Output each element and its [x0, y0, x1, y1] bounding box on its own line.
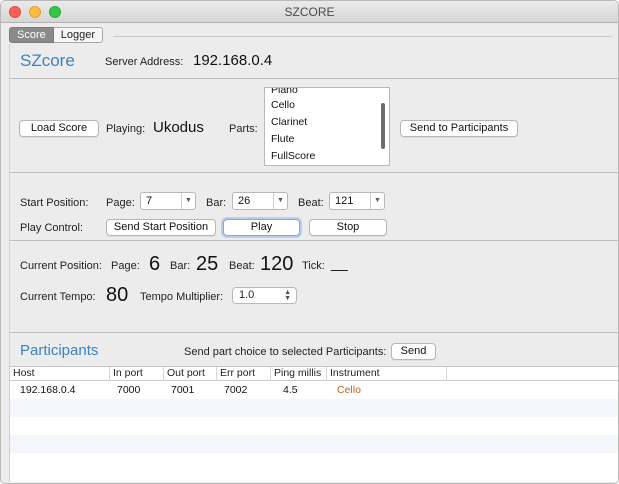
- column-header-ping[interactable]: Ping millis: [271, 367, 327, 381]
- table-row: [10, 399, 618, 417]
- table-header: Host In port Out port Err port Ping mill…: [10, 367, 618, 381]
- column-header-host[interactable]: Host: [10, 367, 110, 381]
- list-item[interactable]: Cello: [265, 97, 389, 114]
- participants-heading: Participants: [20, 342, 99, 359]
- start-page-label: Page:: [106, 197, 135, 209]
- send-to-participants-button[interactable]: Send to Participants: [400, 120, 518, 137]
- start-bar-value: 26: [238, 195, 251, 207]
- start-beat-label: Beat:: [298, 197, 324, 209]
- column-header-instrument[interactable]: Instrument: [327, 367, 447, 381]
- start-position-label: Start Position:: [20, 197, 89, 209]
- score-panel: SZcore Server Address: 192.168.0.4 Load …: [9, 44, 618, 482]
- separator: [10, 172, 618, 173]
- parts-scrollbar[interactable]: [381, 103, 385, 149]
- chevron-down-icon: ▼: [181, 193, 195, 209]
- cell-out-port: 7001: [171, 384, 195, 396]
- cell-host: 192.168.0.4: [20, 384, 76, 396]
- app-window: SZCORE Score Logger SZcore Server Addres…: [0, 0, 619, 484]
- separator: [10, 332, 618, 333]
- parts-list[interactable]: Piano Cello Clarinet Flute FullScore: [264, 87, 390, 166]
- table-row: [10, 453, 618, 471]
- table-row: [10, 417, 618, 435]
- participants-table: Host In port Out port Err port Ping mill…: [10, 366, 618, 482]
- server-address-value: 192.168.0.4: [193, 52, 273, 69]
- current-tick-value: __: [331, 255, 348, 272]
- send-part-choice-label: Send part choice to selected Participant…: [184, 346, 387, 358]
- tab-logger[interactable]: Logger: [53, 27, 104, 43]
- server-address-label: Server Address:: [105, 56, 184, 68]
- cell-instrument[interactable]: Cello: [337, 381, 361, 399]
- start-beat-value: 121: [335, 195, 354, 207]
- current-tempo-label: Current Tempo:: [20, 291, 96, 303]
- stop-button[interactable]: Stop: [309, 219, 387, 236]
- start-page-value: 7: [146, 195, 153, 207]
- send-start-position-button[interactable]: Send Start Position: [106, 219, 216, 236]
- list-item[interactable]: Clarinet: [265, 114, 389, 131]
- updown-arrows-icon: ▲ ▼: [284, 289, 291, 302]
- cell-ping: 4.5: [283, 384, 298, 396]
- tempo-multiplier-value: 1.0: [239, 289, 255, 301]
- tab-score[interactable]: Score: [9, 27, 54, 43]
- cell-err-port: 7002: [224, 384, 248, 396]
- current-bar-label: Bar:: [170, 260, 191, 272]
- separator: [10, 78, 618, 79]
- column-header-out-port[interactable]: Out port: [164, 367, 217, 381]
- column-header-err-port[interactable]: Err port: [217, 367, 271, 381]
- play-control-label: Play Control:: [20, 222, 83, 234]
- parts-label: Parts:: [229, 123, 258, 135]
- start-beat-combo[interactable]: 121 ▼: [329, 192, 385, 210]
- start-bar-label: Bar:: [206, 197, 227, 209]
- playing-value: Ukodus: [153, 119, 204, 136]
- tempo-multiplier-label: Tempo Multiplier:: [140, 291, 224, 303]
- load-score-button[interactable]: Load Score: [19, 120, 99, 137]
- current-beat-label: Beat:: [229, 260, 255, 272]
- tab-bar: Score Logger: [9, 27, 104, 45]
- chevron-down-icon: ▼: [273, 193, 287, 209]
- send-part-choice-button[interactable]: Send: [391, 343, 436, 360]
- chevron-down-icon: ▼: [370, 193, 384, 209]
- cell-in-port: 7000: [117, 384, 141, 396]
- play-button[interactable]: Play: [223, 219, 300, 236]
- list-item[interactable]: Piano: [265, 88, 389, 97]
- current-position-label: Current Position:: [20, 260, 102, 272]
- separator: [10, 240, 618, 241]
- table-row: [10, 435, 618, 453]
- current-beat-value: 120: [260, 253, 294, 275]
- table-row[interactable]: 192.168.0.4 7000 7001 7002 4.5 Cello: [10, 381, 618, 399]
- list-item[interactable]: Flute: [265, 131, 389, 148]
- title-bar: SZCORE: [1, 1, 618, 23]
- current-bar-value: 25: [196, 253, 219, 275]
- column-header-in-port[interactable]: In port: [110, 367, 164, 381]
- start-bar-combo[interactable]: 26 ▼: [232, 192, 288, 210]
- tab-divider: [113, 36, 612, 37]
- current-page-value: 6: [149, 253, 161, 275]
- list-item[interactable]: FullScore: [265, 148, 389, 165]
- window-title: SZCORE: [284, 5, 335, 19]
- playing-label: Playing:: [106, 123, 146, 135]
- current-page-label: Page:: [111, 260, 140, 272]
- current-tick-label: Tick:: [302, 260, 325, 272]
- tempo-multiplier-select[interactable]: 1.0 ▲ ▼: [232, 287, 297, 304]
- current-tempo-value: 80: [106, 284, 129, 306]
- app-heading: SZcore: [20, 51, 75, 70]
- start-page-combo[interactable]: 7 ▼: [140, 192, 196, 210]
